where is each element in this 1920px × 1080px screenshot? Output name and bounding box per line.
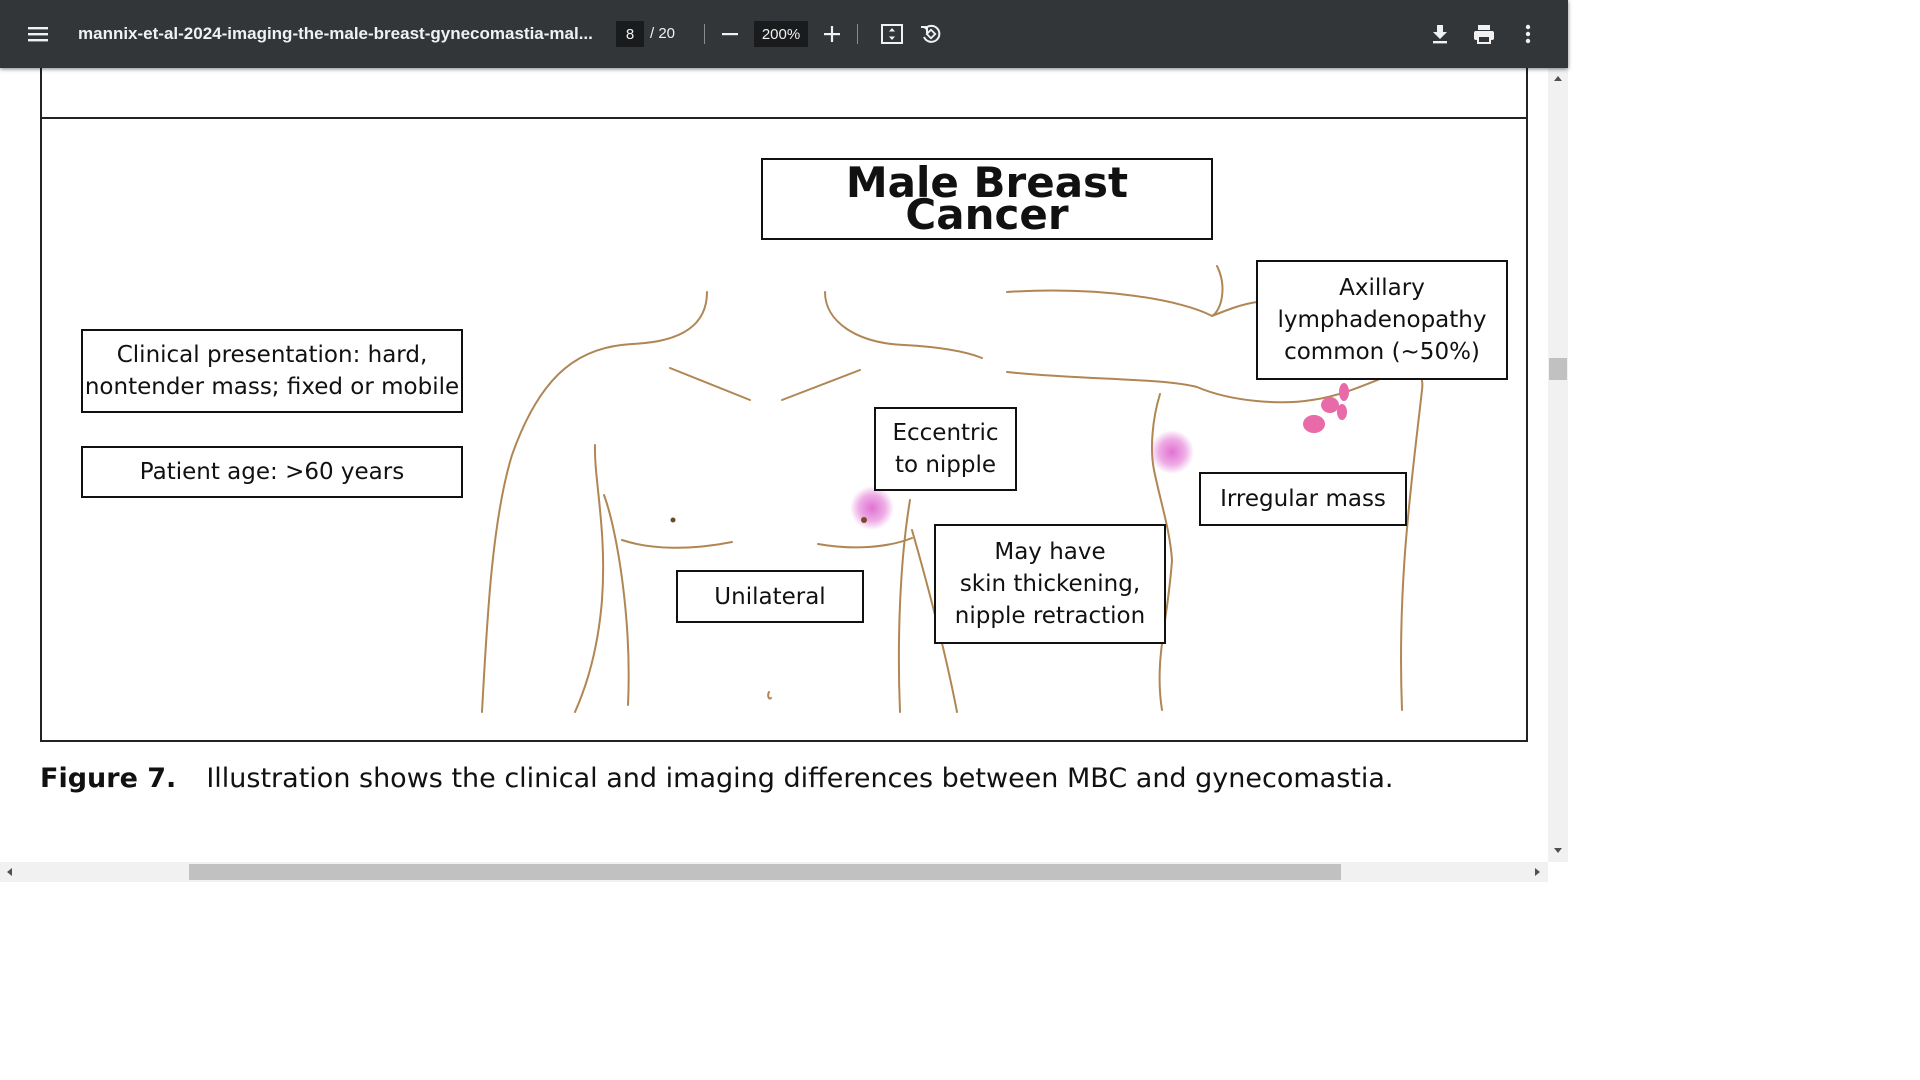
vertical-scroll-thumb[interactable] (1549, 358, 1567, 380)
page-number-input[interactable]: 8 (616, 21, 644, 47)
toolbar-divider (857, 24, 858, 44)
label-axillary-lymphadenopathy: Axillary lymphadenopathy common (~50%) (1256, 260, 1508, 380)
zoom-input[interactable]: 200% (754, 21, 808, 47)
download-button[interactable] (1424, 18, 1456, 50)
figure-caption-text: Illustration shows the clinical and imag… (206, 763, 1394, 794)
figure-caption: Figure 7. Illustration shows the clinical… (40, 763, 1393, 794)
zoom-in-button[interactable] (816, 18, 848, 50)
vertical-scrollbar[interactable] (1548, 68, 1568, 862)
horizontal-scroll-thumb[interactable] (189, 864, 1341, 880)
label-irregular-mass: Irregular mass (1199, 472, 1407, 526)
fit-page-icon (881, 24, 903, 44)
rotate-icon (921, 24, 941, 43)
label-skin-thickening: May have skin thickening, nipple retract… (934, 524, 1166, 644)
print-icon (1474, 25, 1494, 44)
menu-icon (28, 27, 48, 42)
toolbar-divider (704, 24, 705, 44)
document-viewport[interactable]: Male Breast Cancer Clinical presentation… (0, 68, 1548, 862)
more-options-button[interactable] (1512, 18, 1544, 50)
scroll-right-icon[interactable] (1535, 868, 1540, 876)
scroll-left-icon[interactable] (7, 868, 12, 876)
rotate-button[interactable] (915, 18, 947, 50)
irregular-mass (1150, 430, 1194, 474)
scroll-up-icon[interactable] (1554, 76, 1562, 81)
print-button[interactable] (1468, 18, 1500, 50)
fit-page-button[interactable] (876, 18, 908, 50)
label-eccentric-to-nipple: Eccentric to nipple (874, 407, 1017, 491)
figure-number: Figure 7. (40, 763, 177, 794)
page-total: / 20 (650, 25, 676, 42)
menu-button[interactable] (22, 18, 54, 50)
label-patient-age: Patient age: >60 years (81, 446, 463, 498)
zoom-in-icon (824, 26, 840, 42)
zoom-out-icon (722, 33, 738, 36)
zoom-out-button[interactable] (714, 18, 746, 50)
figure-frame: Male Breast Cancer Clinical presentation… (40, 68, 1528, 742)
eccentric-mass (850, 486, 894, 530)
figure-title: Male Breast Cancer (761, 158, 1213, 240)
label-unilateral: Unilateral (676, 570, 864, 623)
scroll-down-icon[interactable] (1554, 848, 1562, 853)
download-icon (1433, 25, 1447, 44)
pdf-toolbar: mannix-et-al-2024-imaging-the-male-breas… (0, 0, 1568, 68)
lymph-nodes (1303, 383, 1349, 433)
label-clinical-presentation: Clinical presentation: hard, nontender m… (81, 329, 463, 413)
document-title: mannix-et-al-2024-imaging-the-male-breas… (78, 24, 593, 43)
more-options-icon (1525, 24, 1531, 44)
